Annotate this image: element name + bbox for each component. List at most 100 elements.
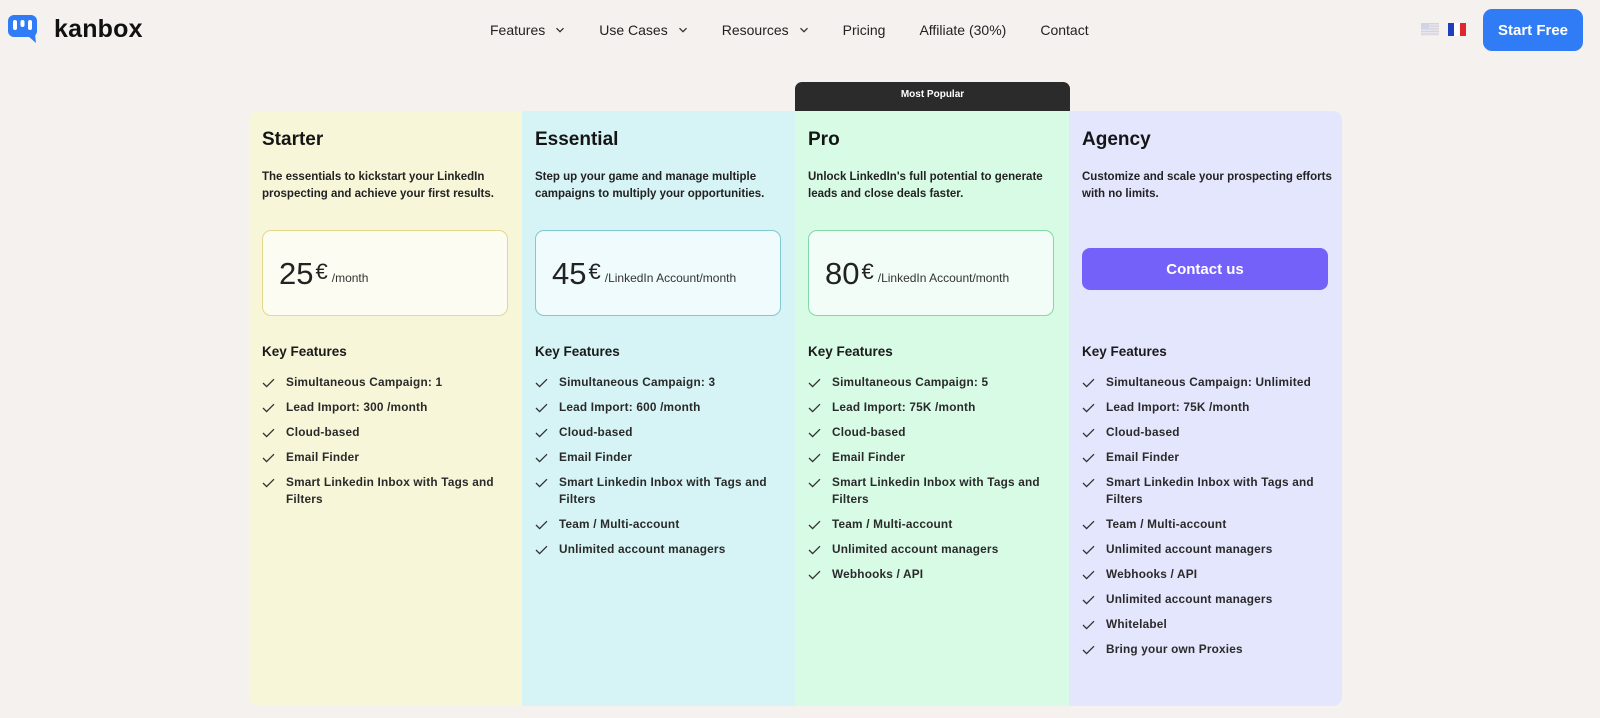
feature-list: Simultaneous Campaign: 3 Lead Import: 600… <box>535 374 785 566</box>
feature-item: Simultaneous Campaign: Unlimited <box>1082 374 1332 391</box>
feature-text: Unlimited account managers <box>559 542 726 556</box>
feature-item: Lead Import: 300 /month <box>262 399 512 416</box>
check-icon <box>808 520 821 530</box>
chevron-down-icon <box>799 27 808 33</box>
feature-item: Email Finder <box>808 449 1058 466</box>
check-icon <box>535 428 548 438</box>
feature-item: Unlimited account managers <box>1082 591 1332 608</box>
feature-text: Simultaneous Campaign: Unlimited <box>1106 375 1312 389</box>
feature-item: Unlimited account managers <box>808 541 1058 558</box>
check-icon <box>1082 520 1095 530</box>
feature-list: Simultaneous Campaign: Unlimited Lead Imp… <box>1082 374 1332 666</box>
feature-item: Smart Linkedin Inbox with Tags and Filte… <box>1082 474 1332 508</box>
feature-text: Lead Import: 75K /month <box>1106 400 1250 414</box>
fr-flag-icon[interactable] <box>1448 23 1466 36</box>
feature-text: Email Finder <box>559 450 633 464</box>
feature-item: Cloud-based <box>262 424 512 441</box>
check-icon <box>1082 595 1095 605</box>
price-amount: 45 <box>552 255 587 291</box>
nav-resources[interactable]: Resources <box>722 20 809 40</box>
plan-card-pro: Pro Unlock LinkedIn's full potential to … <box>795 111 1069 706</box>
check-icon <box>808 478 821 488</box>
plan-description: Customize and scale your prospecting eff… <box>1082 171 1332 200</box>
feature-item: Webhooks / API <box>808 566 1058 583</box>
check-icon <box>808 378 821 388</box>
feature-item: Smart Linkedin Inbox with Tags and Filte… <box>808 474 1058 508</box>
check-icon <box>262 428 275 438</box>
price-amount: 80 <box>825 255 860 291</box>
main-nav: Features Use Cases Resources Pricing Aff… <box>490 20 1123 40</box>
feature-item: Unlimited account managers <box>1082 541 1332 558</box>
contact-us-button[interactable]: Contact us <box>1082 248 1328 290</box>
check-icon <box>535 453 548 463</box>
feature-item: Simultaneous Campaign: 3 <box>535 374 785 391</box>
feature-text: Team / Multi-account <box>1106 517 1227 531</box>
feature-text: Email Finder <box>1106 450 1180 464</box>
check-icon <box>808 428 821 438</box>
nav-pricing-label: Pricing <box>842 22 886 38</box>
check-icon <box>535 520 548 530</box>
feature-text: Team / Multi-account <box>559 517 680 531</box>
nav-features[interactable]: Features <box>490 20 565 40</box>
nav-affiliate[interactable]: Affiliate (30%) <box>919 20 1006 40</box>
plan-name: Essential <box>535 129 619 150</box>
nav-features-label: Features <box>490 22 546 38</box>
plan-name: Pro <box>808 129 840 150</box>
feature-text: Smart Linkedin Inbox with Tags and Filte… <box>559 475 767 506</box>
feature-text: Simultaneous Campaign: 3 <box>559 375 716 389</box>
price-box: 25 € /month <box>262 230 508 316</box>
feature-text: Smart Linkedin Inbox with Tags and Filte… <box>832 475 1040 506</box>
en-flag-icon[interactable] <box>1421 23 1439 36</box>
check-icon <box>1082 620 1095 630</box>
feature-text: Lead Import: 300 /month <box>286 400 428 414</box>
feature-text: Cloud-based <box>559 425 633 439</box>
kanbox-logo-icon <box>8 15 37 43</box>
price-amount: 25 <box>279 255 314 291</box>
check-icon <box>1082 378 1095 388</box>
price-period: /LinkedIn Account/month <box>877 271 1010 285</box>
check-icon <box>535 378 548 388</box>
check-icon <box>808 403 821 413</box>
nav-use-cases[interactable]: Use Cases <box>599 20 687 40</box>
feature-text: Whitelabel <box>1106 617 1167 631</box>
feature-text: Unlimited account managers <box>1106 592 1273 606</box>
check-icon <box>535 403 548 413</box>
check-icon <box>1082 428 1095 438</box>
price-box: 80 € /LinkedIn Account/month <box>808 230 1054 316</box>
plan-name: Starter <box>262 129 324 150</box>
plan-card-essential: Essential Step up your game and manage m… <box>522 111 795 706</box>
feature-item: Smart Linkedin Inbox with Tags and Filte… <box>262 474 512 508</box>
nav-pricing[interactable]: Pricing <box>843 20 886 40</box>
feature-item: Team / Multi-account <box>808 516 1058 533</box>
nav-contact[interactable]: Contact <box>1040 20 1088 40</box>
feature-item: Team / Multi-account <box>1082 516 1332 533</box>
feature-item: Simultaneous Campaign: 1 <box>262 374 512 391</box>
feature-item: Bring your own Proxies <box>1082 641 1332 658</box>
check-icon <box>262 478 275 488</box>
feature-text: Email Finder <box>832 450 906 464</box>
feature-text: Webhooks / API <box>1106 567 1198 581</box>
check-icon <box>262 378 275 388</box>
feature-item: Smart Linkedin Inbox with Tags and Filte… <box>535 474 785 508</box>
check-icon <box>535 545 548 555</box>
feature-list: Simultaneous Campaign: 1 Lead Import: 300… <box>262 374 512 516</box>
feature-text: Unlimited account managers <box>1106 542 1273 556</box>
check-icon <box>1082 453 1095 463</box>
feature-text: Smart Linkedin Inbox with Tags and Filte… <box>286 475 494 506</box>
plan-name: Agency <box>1082 129 1151 150</box>
brand-logo[interactable]: kanbox <box>8 14 143 44</box>
feature-item: Cloud-based <box>1082 424 1332 441</box>
nav-resources-label: Resources <box>721 22 789 38</box>
feature-text: Team / Multi-account <box>832 517 953 531</box>
nav-use-cases-label: Use Cases <box>599 22 668 38</box>
feature-text: Simultaneous Campaign: 5 <box>832 375 989 389</box>
site-header: kanbox Features Use Cases Resources Pric… <box>0 0 1600 60</box>
plan-description: The essentials to kickstart your LinkedI… <box>262 171 494 200</box>
start-free-button[interactable]: Start Free <box>1483 9 1583 51</box>
feature-item: Webhooks / API <box>1082 566 1332 583</box>
chevron-down-icon <box>678 27 687 33</box>
feature-text: Smart Linkedin Inbox with Tags and Filte… <box>1106 475 1314 506</box>
price-box: 45 € /LinkedIn Account/month <box>535 230 781 316</box>
feature-item: Email Finder <box>1082 449 1332 466</box>
feature-item: Lead Import: 600 /month <box>535 399 785 416</box>
